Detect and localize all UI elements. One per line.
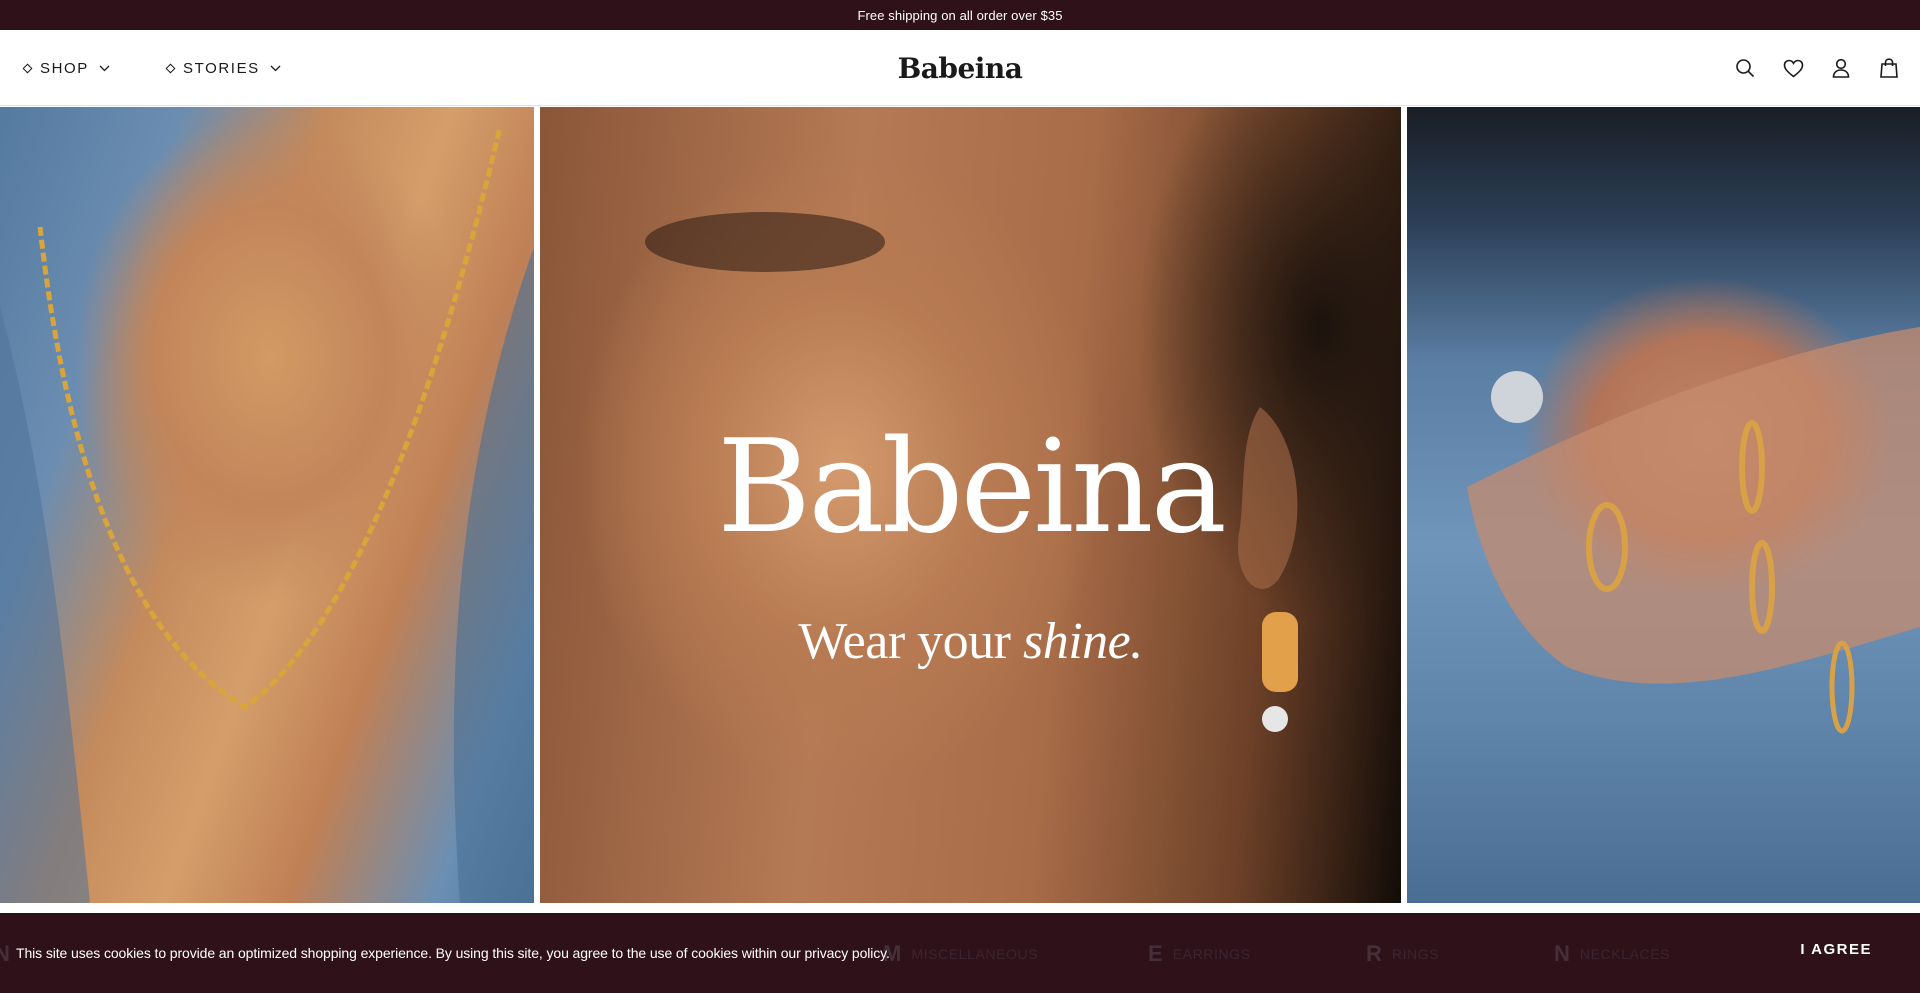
hero-banner[interactable]: Babeina Wear your shine.	[0, 107, 1920, 903]
hero-brand-logo: Babeina	[717, 413, 1227, 562]
site-header: SHOP STORIES Babeina	[0, 30, 1920, 106]
hero-tagline: Wear your shine.	[540, 612, 1401, 671]
logo-container: Babeina	[0, 30, 1920, 106]
user-icon[interactable]	[1830, 57, 1852, 79]
rings-illustration	[1467, 327, 1920, 734]
hero-tagline-emphasis: shine.	[1022, 613, 1143, 670]
search-icon[interactable]	[1734, 57, 1756, 79]
hero-image-rings	[1407, 107, 1920, 903]
cookie-banner: This site uses cookies to provide an opt…	[0, 913, 1920, 993]
heart-icon[interactable]	[1782, 57, 1804, 79]
hero-image-necklace	[0, 107, 534, 903]
chevron-down-icon	[270, 65, 281, 72]
announcement-bar: Free shipping on all order over $35	[0, 0, 1920, 30]
diamond-icon	[165, 63, 176, 73]
announcement-text: Free shipping on all order over $35	[857, 7, 1063, 23]
header-icons	[1734, 30, 1900, 106]
nav-shop-label: SHOP	[40, 59, 89, 77]
bag-icon[interactable]	[1878, 57, 1900, 79]
chevron-down-icon	[99, 65, 110, 72]
site-logo[interactable]: Babeina	[898, 52, 1023, 85]
diamond-icon	[22, 63, 33, 73]
cookie-text: This site uses cookies to provide an opt…	[16, 945, 890, 961]
cookie-agree-button[interactable]: I AGREE	[1800, 941, 1872, 958]
nav-stories[interactable]: STORIES	[165, 30, 281, 106]
nav-shop[interactable]: SHOP	[22, 30, 110, 106]
hero-tagline-start: Wear your	[798, 613, 1023, 670]
necklace-illustration	[0, 126, 534, 903]
nav-stories-label: STORIES	[183, 59, 260, 77]
